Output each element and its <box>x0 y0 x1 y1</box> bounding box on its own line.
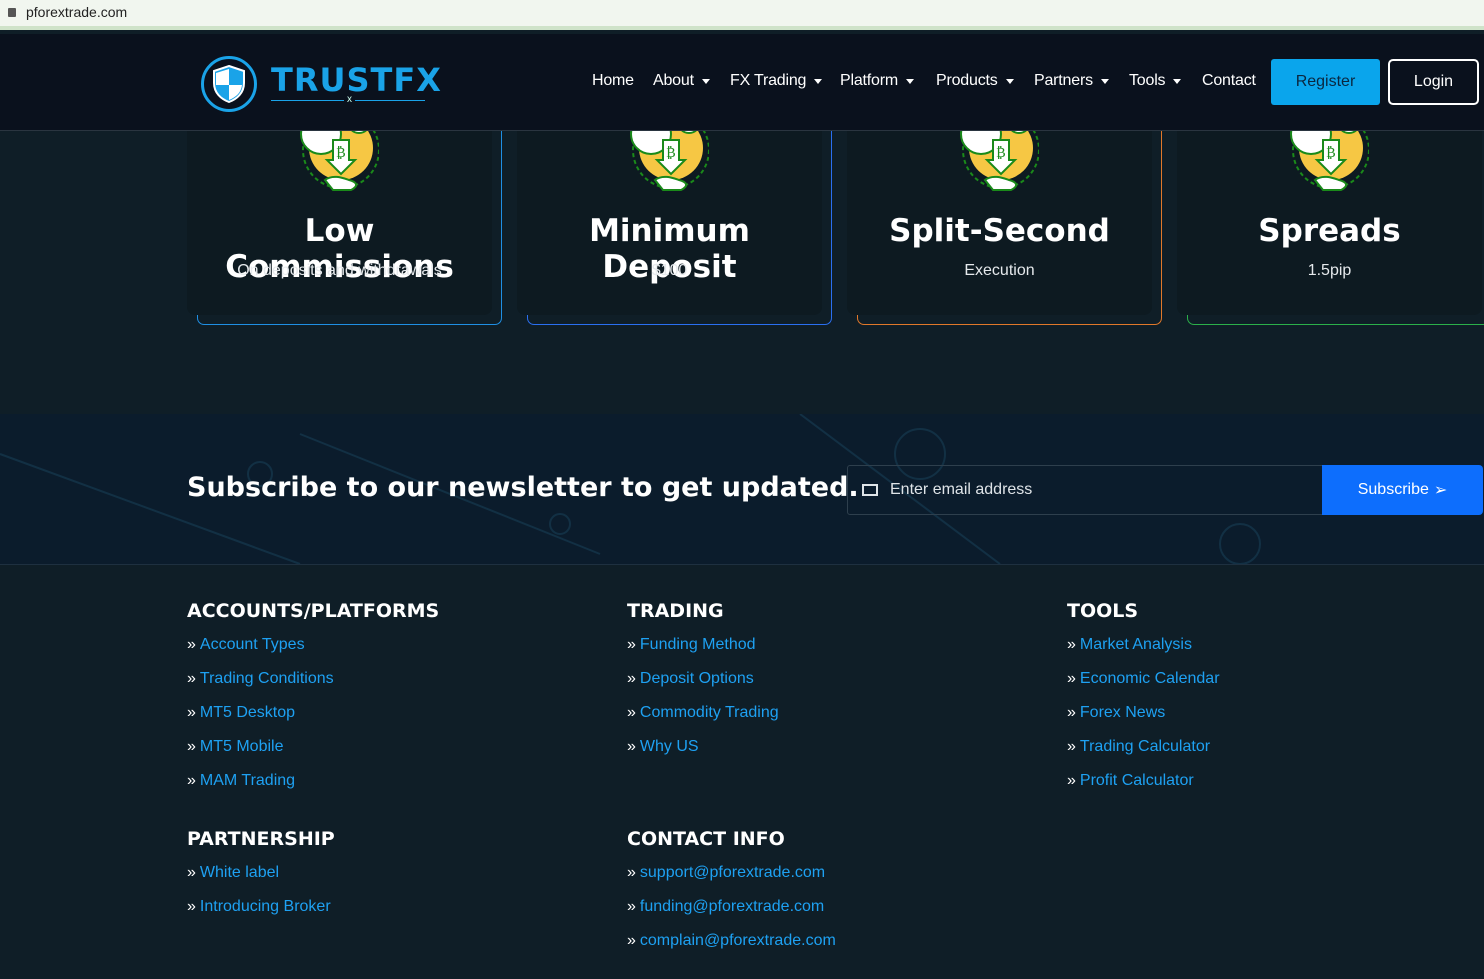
feature-title: Spreads <box>1258 213 1401 249</box>
footer-link[interactable]: » White label <box>187 864 335 898</box>
footer-link[interactable]: » Trading Calculator <box>1067 738 1220 772</box>
chevron-icon: » <box>187 772 196 789</box>
footer-link[interactable]: » Introducing Broker <box>187 898 335 932</box>
nav-about[interactable]: About <box>653 72 710 90</box>
footer-heading: TOOLS <box>1067 600 1139 622</box>
footer-link[interactable]: » Why US <box>627 738 779 772</box>
newsletter-heading: Subscribe to our newsletter to get updat… <box>187 472 859 503</box>
chevron-icon: » <box>1067 670 1076 687</box>
chevron-icon: » <box>627 670 636 687</box>
feature-card: ₿ Split-Second Execution <box>847 100 1162 325</box>
feature-subtitle: $100 <box>651 262 688 279</box>
footer-accounts: ACCOUNTS/PLATFORMS » Account Types» Trading… <box>187 600 439 806</box>
footer-link[interactable]: » MAM Trading <box>187 772 439 806</box>
chevron-icon: » <box>187 670 196 687</box>
nav-home[interactable]: Home <box>592 72 634 90</box>
caret-down-icon <box>1173 78 1182 84</box>
email-input[interactable]: Enter email address <box>847 465 1323 515</box>
url-text: pforextrade.com <box>26 4 128 20</box>
chevron-icon: » <box>187 864 196 881</box>
chevron-icon: » <box>187 636 196 653</box>
feature-subtitle: Execution <box>964 262 1035 279</box>
email-placeholder: Enter email address <box>890 481 1033 498</box>
lock-icon <box>8 8 16 17</box>
address-bar[interactable]: pforextrade.com <box>0 0 1484 30</box>
chevron-icon: » <box>627 932 636 949</box>
feature-subtitle: 1.5pip <box>1307 262 1352 279</box>
footer-heading: ACCOUNTS/PLATFORMS <box>187 600 440 622</box>
nav-partners[interactable]: Partners <box>1034 72 1109 90</box>
svg-text:₿: ₿ <box>666 145 676 161</box>
subscribe-button[interactable]: Subscribe ➢ <box>1322 465 1483 515</box>
feature-card: ₿ Low Commissions On deposits and withdr… <box>187 100 502 325</box>
newsletter-section: Subscribe to our newsletter to get updat… <box>0 414 1484 565</box>
feature-subtitle: On deposits and withdrawals <box>237 262 442 279</box>
chevron-icon: » <box>627 738 636 755</box>
chevron-icon: » <box>1067 738 1076 755</box>
footer-link[interactable]: » Commodity Trading <box>627 704 779 738</box>
nav-fx-trading[interactable]: FX Trading <box>730 72 823 90</box>
chevron-icon: » <box>187 704 196 721</box>
footer-heading: CONTACT INFO <box>627 828 785 850</box>
caret-down-icon <box>905 78 914 84</box>
nav-tools[interactable]: Tools <box>1129 72 1182 90</box>
feature-title: Split-Second <box>889 213 1110 249</box>
footer-link[interactable]: » Funding Method <box>627 636 779 670</box>
footer-link[interactable]: » complain@pforextrade.com <box>627 932 836 966</box>
logo-mark: x <box>344 94 355 105</box>
footer-link[interactable]: » Economic Calendar <box>1067 670 1220 704</box>
nav-platform[interactable]: Platform <box>840 72 914 90</box>
footer-contact: CONTACT INFO » support@pforextrade.com» fun… <box>627 828 836 966</box>
footer-link[interactable]: » funding@pforextrade.com <box>627 898 836 932</box>
footer-partnership: PARTNERSHIP » White label» Introducing Brok… <box>187 828 335 932</box>
chevron-icon: » <box>627 898 636 915</box>
chevron-icon: » <box>1067 704 1076 721</box>
svg-text:₿: ₿ <box>1326 145 1336 161</box>
footer-link[interactable]: » support@pforextrade.com <box>627 864 836 898</box>
chevron-icon: » <box>627 636 636 653</box>
chevron-icon: » <box>627 704 636 721</box>
envelope-icon <box>862 484 878 496</box>
svg-text:₿: ₿ <box>996 145 1006 161</box>
site-header: TRUSTFX x Home About FX Trading Platform… <box>0 34 1484 131</box>
feature-card: ₿ Spreads 1.5pip <box>1177 100 1484 325</box>
svg-text:₿: ₿ <box>336 145 346 161</box>
caret-down-icon <box>1100 78 1109 84</box>
nav-contact[interactable]: Contact <box>1202 72 1256 90</box>
footer-link[interactable]: » Account Types <box>187 636 439 670</box>
footer-link[interactable]: » MT5 Desktop <box>187 704 439 738</box>
footer-link[interactable]: » Deposit Options <box>627 670 779 704</box>
login-button[interactable]: Login <box>1388 59 1479 105</box>
chevron-icon: » <box>187 738 196 755</box>
footer-heading: PARTNERSHIP <box>187 828 335 850</box>
caret-down-icon <box>701 78 710 84</box>
register-button[interactable]: Register <box>1271 59 1380 105</box>
chevron-icon: » <box>1067 772 1076 789</box>
footer-link[interactable]: » Market Analysis <box>1067 636 1220 670</box>
paper-plane-icon: ➢ <box>1433 482 1448 499</box>
footer-heading: TRADING <box>627 600 724 622</box>
chevron-icon: » <box>187 898 196 915</box>
main-nav: Home About FX Trading Platform Products … <box>0 72 1260 92</box>
footer-tools: TOOLS» Market Analysis» Economic Calendar»… <box>1067 600 1220 806</box>
footer-link[interactable]: » Forex News <box>1067 704 1220 738</box>
caret-down-icon <box>1005 78 1014 84</box>
nav-products[interactable]: Products <box>936 72 1014 90</box>
footer-link[interactable]: » Trading Conditions <box>187 670 439 704</box>
footer-trading: TRADING » Funding Method» Deposit Options» C… <box>627 600 779 772</box>
caret-down-icon <box>814 78 823 84</box>
chevron-icon: » <box>1067 636 1076 653</box>
footer-link[interactable]: » Profit Calculator <box>1067 772 1220 806</box>
footer-link[interactable]: » MT5 Mobile <box>187 738 439 772</box>
chevron-icon: » <box>627 864 636 881</box>
feature-card: ₿ Minimum Deposit $100 <box>517 100 832 325</box>
